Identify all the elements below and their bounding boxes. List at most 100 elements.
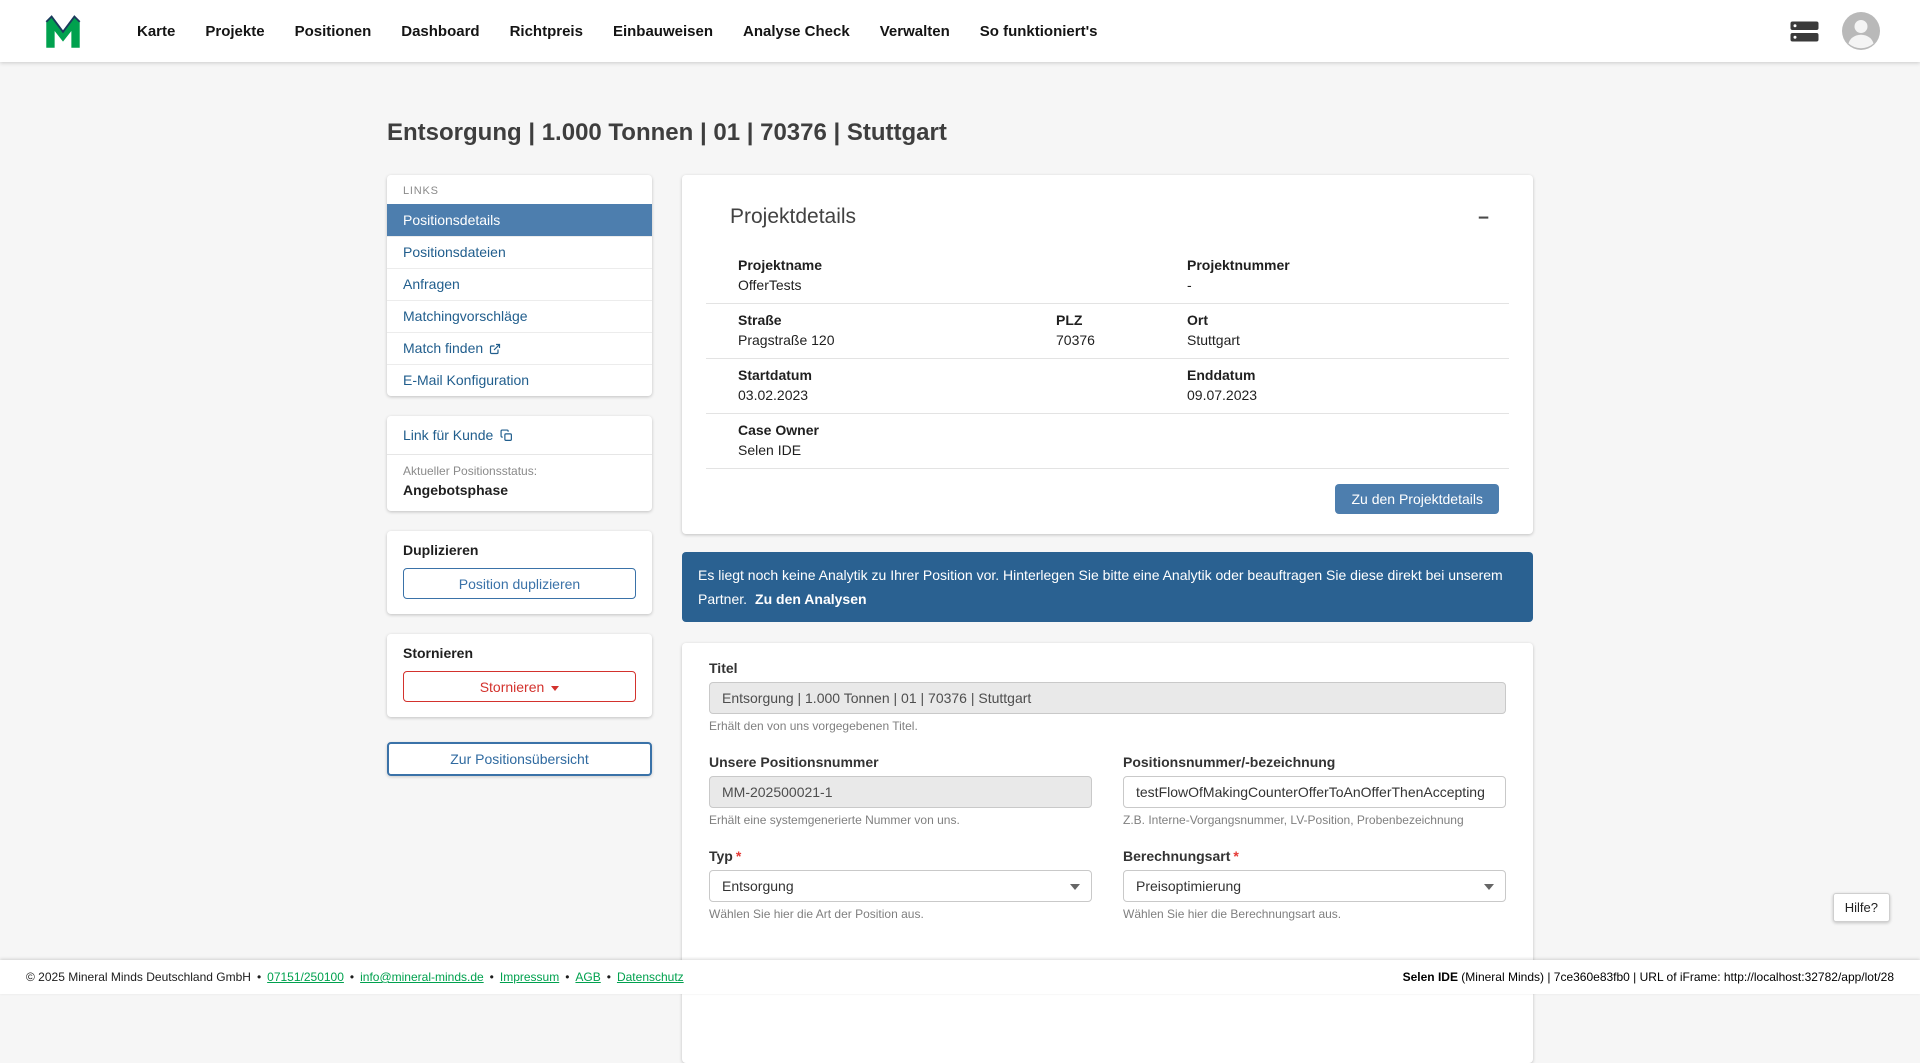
- datenschutz-link[interactable]: Datenschutz: [617, 970, 684, 984]
- ort-value: Stuttgart: [1187, 332, 1509, 348]
- to-project-details-button[interactable]: Zu den Projektdetails: [1335, 484, 1499, 514]
- sidebar-item-positionsdateien[interactable]: Positionsdateien: [387, 236, 652, 268]
- required-asterisk: *: [1233, 848, 1238, 864]
- table-row: Case Owner Selen IDE: [706, 414, 1509, 469]
- bezeichnung-helper: Z.B. Interne-Vorgangsnummer, LV-Position…: [1123, 813, 1506, 827]
- projektnummer-value: -: [1187, 277, 1509, 293]
- plz-value: 70376: [1056, 332, 1187, 348]
- help-button[interactable]: Hilfe?: [1833, 893, 1890, 922]
- sidebar-item-anfragen[interactable]: Anfragen: [387, 268, 652, 300]
- page-title: Entsorgung | 1.000 Tonnen | 01 | 70376 |…: [387, 118, 1533, 148]
- sidebar: LINKS Positionsdetails Positionsdateien …: [387, 175, 652, 776]
- strasse-value: Pragstraße 120: [738, 332, 1056, 348]
- email-link[interactable]: info@mineral-minds.de: [360, 970, 484, 984]
- position-status-value: Angebotsphase: [403, 482, 636, 498]
- plz-label: PLZ: [1056, 312, 1187, 328]
- avatar-icon: [1842, 12, 1880, 50]
- nav-item-so-funktionierts[interactable]: So funktioniert's: [965, 13, 1113, 50]
- cancel-card: Stornieren Stornieren: [387, 634, 652, 717]
- separator-dot: •: [257, 970, 261, 984]
- position-status-label: Aktueller Positionsstatus:: [403, 464, 636, 478]
- position-overview-button[interactable]: Zur Positionsübersicht: [387, 742, 652, 776]
- typ-helper: Wählen Sie hier die Art der Position aus…: [709, 907, 1092, 921]
- bezeichnung-input[interactable]: [1123, 776, 1506, 808]
- nav-item-einbauweisen[interactable]: Einbauweisen: [598, 13, 728, 50]
- caret-down-icon: [1484, 884, 1494, 890]
- bezeichnung-label: Positionsnummer/-bezeichnung: [1123, 754, 1506, 770]
- nav-item-positionen[interactable]: Positionen: [280, 13, 387, 50]
- logo-m-icon: [44, 14, 82, 48]
- links-header: LINKS: [387, 175, 652, 204]
- position-form-card: Titel Erhält den von uns vorgegebenen Ti…: [682, 643, 1533, 1063]
- phone-link[interactable]: 07151/250100: [267, 970, 344, 984]
- footer: © 2025 Mineral Minds Deutschland GmbH • …: [0, 960, 1920, 994]
- titel-helper: Erhält den von uns vorgegebenen Titel.: [709, 719, 1506, 733]
- sidebar-item-matchingvorschlaege[interactable]: Matchingvorschläge: [387, 300, 652, 332]
- nav-item-verwalten[interactable]: Verwalten: [865, 13, 965, 50]
- top-navbar: Karte Projekte Positionen Dashboard Rich…: [0, 0, 1920, 62]
- nav-item-analyse-check[interactable]: Analyse Check: [728, 13, 865, 50]
- typ-select-value: Entsorgung: [722, 878, 794, 894]
- table-row: Straße Pragstraße 120 PLZ 70376 Ort Stut…: [706, 304, 1509, 359]
- sidebar-item-positionsdetails[interactable]: Positionsdetails: [387, 204, 652, 236]
- sidebar-item-label: Matchingvorschläge: [403, 308, 528, 325]
- sidebar-item-match-finden[interactable]: Match finden: [387, 332, 652, 364]
- projektname-label: Projektname: [738, 257, 1187, 273]
- titel-label: Titel: [709, 660, 1506, 676]
- project-details-table: Projektname OfferTests Projektnummer - S…: [706, 249, 1509, 469]
- customer-link-label: Link für Kunde: [403, 427, 493, 443]
- projektnummer-label: Projektnummer: [1187, 257, 1509, 273]
- copyright-text: © 2025 Mineral Minds Deutschland GmbH: [26, 970, 251, 984]
- cancel-button-label: Stornieren: [480, 679, 545, 695]
- typ-select[interactable]: Entsorgung: [709, 870, 1092, 902]
- startdatum-label: Startdatum: [738, 367, 1187, 383]
- typ-label: Typ*: [709, 848, 1092, 864]
- duplicate-header: Duplizieren: [403, 542, 636, 558]
- nav-item-projekte[interactable]: Projekte: [190, 13, 279, 50]
- sidebar-item-label: Anfragen: [403, 276, 460, 293]
- enddatum-label: Enddatum: [1187, 367, 1509, 383]
- table-row: Startdatum 03.02.2023 Enddatum 09.07.202…: [706, 359, 1509, 414]
- server-icon[interactable]: [1789, 20, 1820, 43]
- positionsnummer-helper: Erhält eine systemgenerierte Nummer von …: [709, 813, 1092, 827]
- to-analyses-link[interactable]: Zu den Analysen: [755, 591, 867, 607]
- positionsnummer-input[interactable]: [709, 776, 1092, 808]
- berechnungsart-select[interactable]: Preisoptimierung: [1123, 870, 1506, 902]
- startdatum-value: 03.02.2023: [738, 387, 1187, 403]
- analytics-info-banner: Es liegt noch keine Analytik zu Ihrer Po…: [682, 552, 1533, 622]
- sidebar-item-label: Match finden: [403, 340, 483, 357]
- customer-link[interactable]: Link für Kunde: [387, 416, 652, 454]
- main-nav: Karte Projekte Positionen Dashboard Rich…: [122, 13, 1113, 50]
- sidebar-item-label: Positionsdetails: [403, 212, 500, 229]
- customer-link-card: Link für Kunde Aktueller Positionsstatus…: [387, 416, 652, 511]
- nav-item-dashboard[interactable]: Dashboard: [386, 13, 494, 50]
- sidebar-item-email-konfiguration[interactable]: E-Mail Konfiguration: [387, 364, 652, 396]
- duplicate-position-button[interactable]: Position duplizieren: [403, 568, 636, 599]
- impressum-link[interactable]: Impressum: [500, 970, 559, 984]
- collapse-icon[interactable]: −: [1476, 205, 1491, 232]
- user-avatar[interactable]: [1842, 12, 1880, 50]
- sidebar-item-label: Positionsdateien: [403, 244, 506, 261]
- agb-link[interactable]: AGB: [575, 970, 600, 984]
- projektname-value: OfferTests: [738, 277, 1187, 293]
- separator-dot: •: [490, 970, 494, 984]
- case-owner-value: Selen IDE: [738, 442, 1509, 458]
- berechnungsart-select-value: Preisoptimierung: [1136, 878, 1241, 894]
- cancel-header: Stornieren: [403, 645, 636, 661]
- berechnungsart-label: Berechnungsart*: [1123, 848, 1506, 864]
- ort-label: Ort: [1187, 312, 1509, 328]
- links-card: LINKS Positionsdetails Positionsdateien …: [387, 175, 652, 396]
- nav-item-richtpreis[interactable]: Richtpreis: [495, 13, 598, 50]
- cancel-position-button[interactable]: Stornieren: [403, 671, 636, 702]
- titel-input[interactable]: [709, 682, 1506, 714]
- main-content: Projektdetails − Projektname OfferTests …: [682, 175, 1533, 1063]
- caret-down-icon: [1070, 884, 1080, 890]
- separator-dot: •: [350, 970, 354, 984]
- case-owner-label: Case Owner: [738, 422, 1509, 438]
- sidebar-item-label: E-Mail Konfiguration: [403, 372, 529, 389]
- copy-icon: [500, 429, 513, 442]
- mineral-minds-logo[interactable]: [44, 14, 82, 48]
- nav-item-karte[interactable]: Karte: [122, 13, 190, 50]
- positionsnummer-label: Unsere Positionsnummer: [709, 754, 1092, 770]
- table-row: Projektname OfferTests Projektnummer -: [706, 249, 1509, 304]
